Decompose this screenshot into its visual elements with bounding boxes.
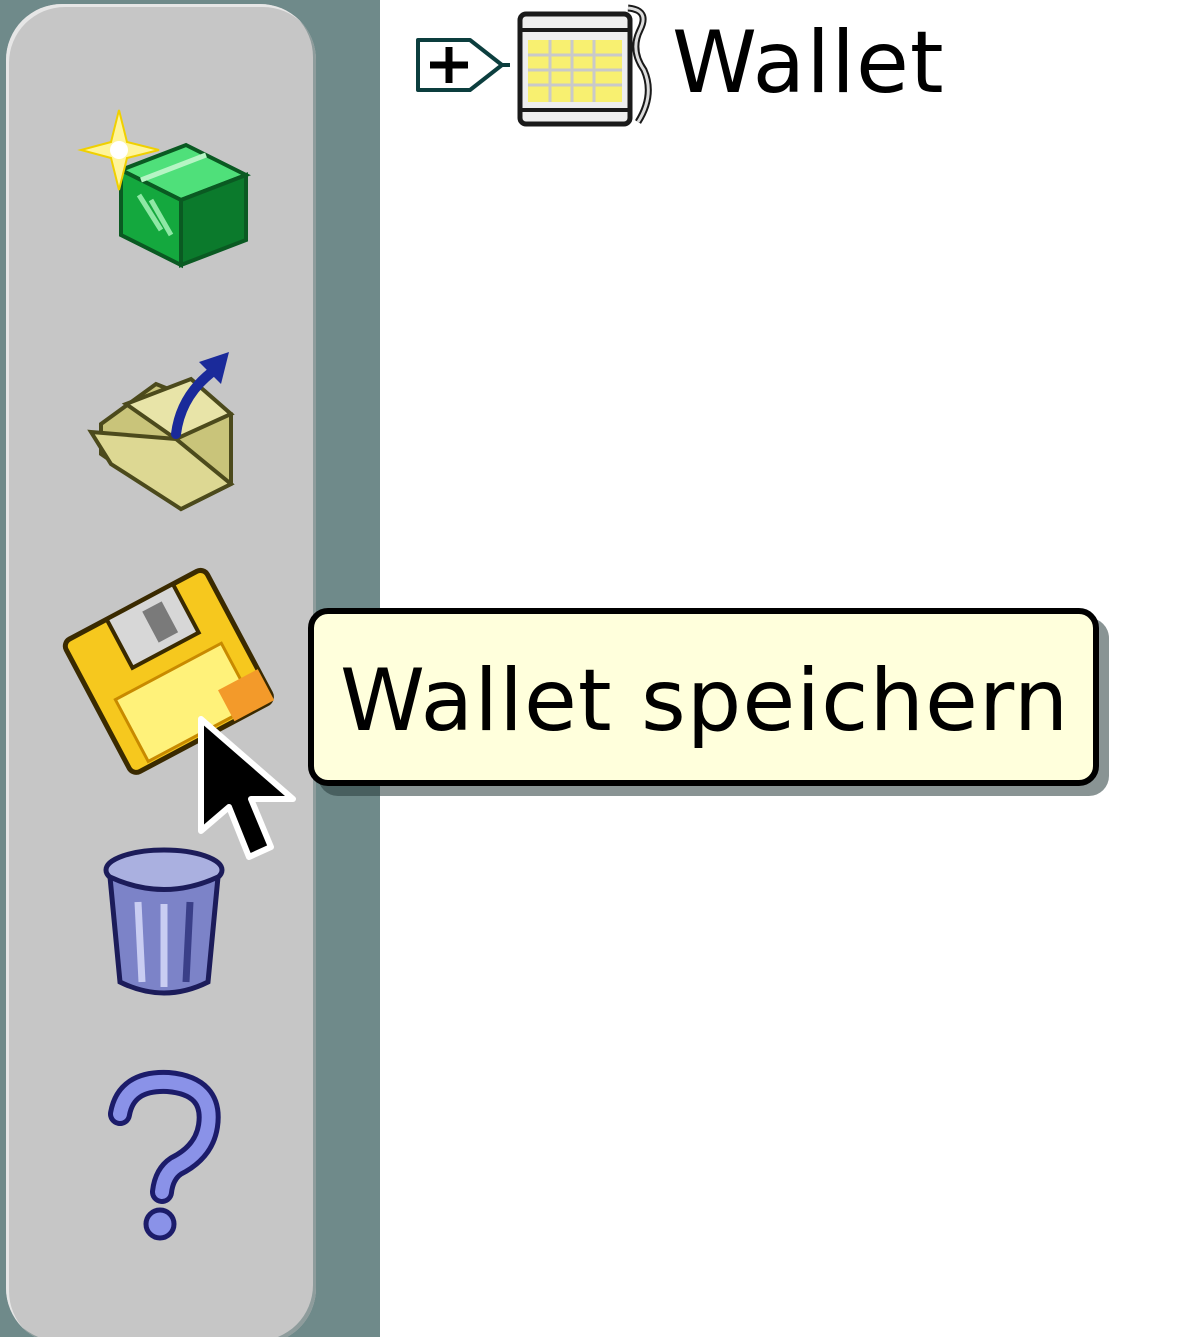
trash-icon [103, 847, 225, 996]
open-wallet-button[interactable] [66, 334, 266, 524]
help-icon [108, 1069, 221, 1241]
tree-item-wallet[interactable]: Wallet [410, 0, 945, 130]
new-wallet-icon [77, 109, 251, 269]
vertical-toolbar [6, 4, 316, 1337]
help-button[interactable] [66, 1064, 266, 1254]
tree-item-label: Wallet [672, 13, 945, 113]
save-floppy-icon [62, 567, 275, 775]
new-wallet-button[interactable] [66, 90, 266, 280]
tooltip-text: Wallet speichern [340, 651, 1070, 751]
save-wallet-tooltip: Wallet speichern [308, 608, 1100, 786]
delete-wallet-button[interactable] [66, 822, 266, 1012]
wallet-icon [517, 4, 652, 127]
save-wallet-button[interactable] [62, 567, 275, 775]
wallet-manager-window: Wallet Wallet speichern [0, 0, 1181, 1337]
plus-expander-icon[interactable] [410, 25, 510, 105]
open-folder-icon [87, 352, 235, 512]
